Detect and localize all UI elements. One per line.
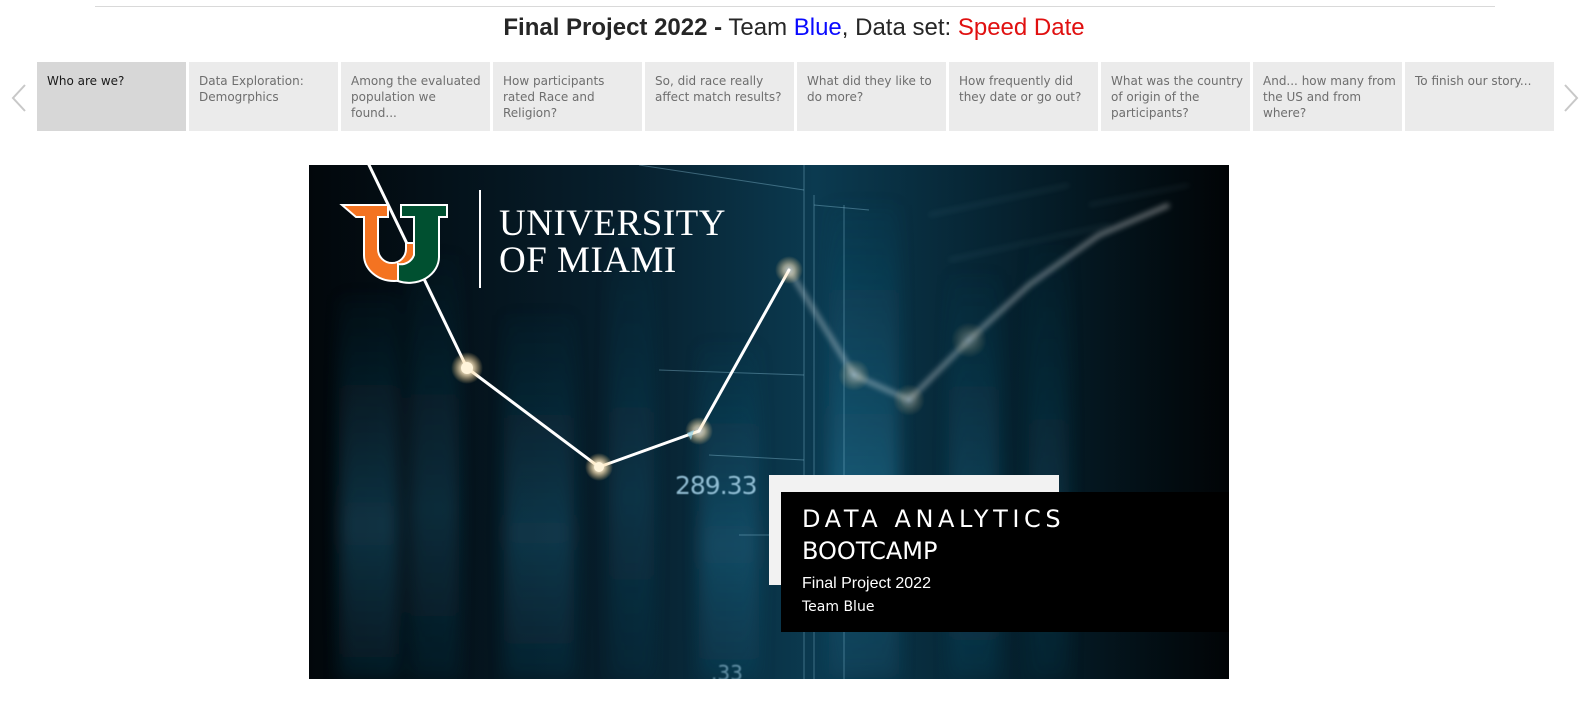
story-point-9[interactable]: And... how many from the US and from whe… (1253, 62, 1402, 131)
title-slide-image: UNIVERSITY OF MIAMI 289.33 .33 DATA ANAL… (309, 165, 1229, 679)
card-subtitle: Final Project 2022 (802, 575, 931, 592)
chevron-left-icon (11, 84, 26, 112)
card-title-line-1: DATA ANALYTICS (802, 505, 1066, 533)
title-dataset-name: Speed Date (957, 14, 1085, 41)
title-project: Final Project 2022 - (503, 14, 723, 41)
university-wordmark: UNIVERSITY OF MIAMI (499, 205, 726, 279)
story-point-10[interactable]: To finish our story... (1405, 62, 1554, 131)
title-team-name: Blue (793, 14, 842, 41)
chevron-right-icon (1564, 84, 1579, 112)
card-title-line-2: BOOTCAMP (802, 537, 938, 565)
story-point-3[interactable]: Among the evaluated population we found.… (341, 62, 490, 131)
story-navigator: Who are we? Data Exploration: Demogrphics… (37, 62, 1554, 131)
dashboard-title: Final Project 2022 - Team Blue, Data set… (0, 14, 1588, 42)
top-divider (95, 6, 1495, 7)
story-point-5[interactable]: So, did race really affect match results… (645, 62, 794, 131)
ticker-value-partial: .33 (711, 661, 743, 679)
story-point-4[interactable]: How participants rated Race and Religion… (493, 62, 642, 131)
story-next-button[interactable] (1556, 78, 1586, 118)
logo-divider (479, 190, 481, 288)
story-point-6[interactable]: What did they like to do more? (797, 62, 946, 131)
wordmark-line-2: OF MIAMI (499, 240, 677, 281)
title-dataset-prefix: , Data set: (841, 14, 958, 41)
story-point-2[interactable]: Data Exploration: Demogrphics (189, 62, 338, 131)
story-point-7[interactable]: How frequently did they date or go out? (949, 62, 1098, 131)
wordmark-line-1: UNIVERSITY (499, 203, 726, 244)
story-point-8[interactable]: What was the country of origin of the pa… (1101, 62, 1250, 131)
card-team: Team Blue (802, 599, 875, 615)
story-point-1[interactable]: Who are we? (37, 62, 186, 131)
title-team-prefix: Team (728, 14, 794, 41)
story-prev-button[interactable] (4, 78, 34, 118)
ticker-value: 289.33 (675, 471, 757, 500)
